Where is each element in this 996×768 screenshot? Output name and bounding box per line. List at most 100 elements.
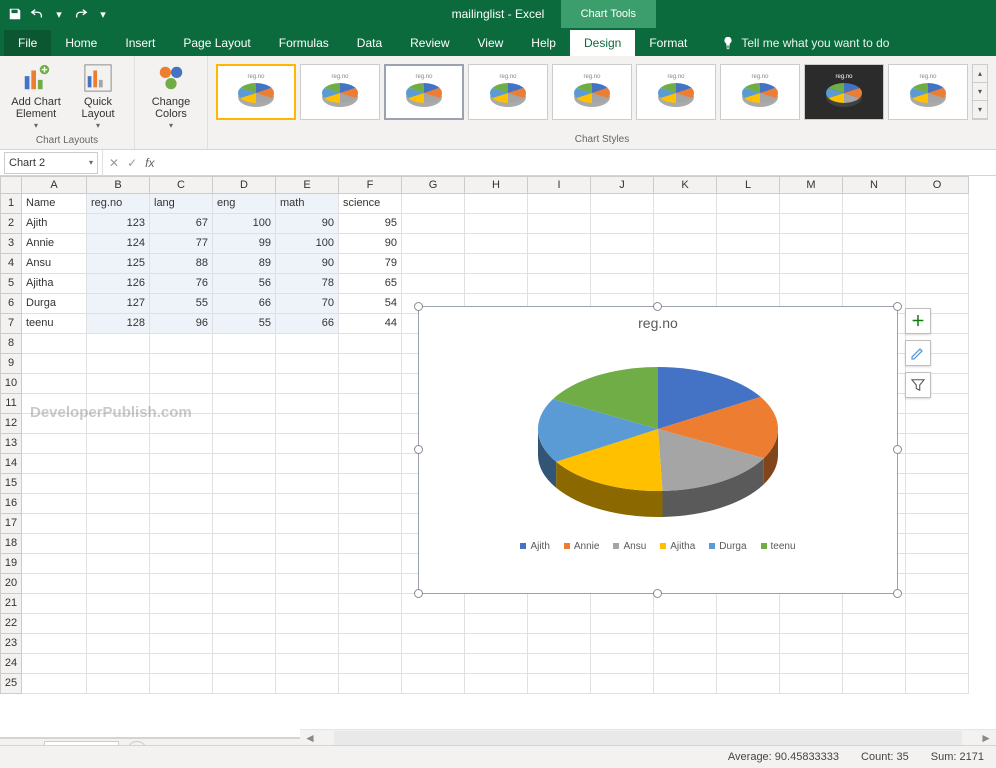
cell[interactable] — [276, 514, 339, 534]
cell[interactable] — [213, 354, 276, 374]
row-header[interactable]: 13 — [0, 434, 22, 454]
cell[interactable] — [276, 614, 339, 634]
chart-styles-button[interactable] — [905, 340, 931, 366]
cell[interactable]: 96 — [150, 314, 213, 334]
cell[interactable] — [339, 674, 402, 694]
cell[interactable] — [906, 194, 969, 214]
cell[interactable] — [213, 554, 276, 574]
cell[interactable] — [213, 434, 276, 454]
cell[interactable] — [843, 674, 906, 694]
cell[interactable]: 123 — [87, 214, 150, 234]
cell[interactable] — [465, 214, 528, 234]
resize-handle[interactable] — [414, 302, 423, 311]
cell[interactable] — [87, 554, 150, 574]
horizontal-scrollbar[interactable]: ◄► — [300, 729, 996, 745]
column-header[interactable]: G — [402, 176, 465, 194]
cell[interactable] — [150, 614, 213, 634]
cell[interactable] — [402, 214, 465, 234]
cell[interactable] — [528, 614, 591, 634]
cell[interactable] — [906, 414, 969, 434]
cell[interactable] — [87, 614, 150, 634]
cell[interactable] — [339, 454, 402, 474]
tab-page-layout[interactable]: Page Layout — [169, 30, 264, 56]
row-header[interactable]: 25 — [0, 674, 22, 694]
tab-data[interactable]: Data — [343, 30, 396, 56]
chart-style-thumb[interactable]: reg.no — [300, 64, 380, 120]
cell[interactable] — [906, 494, 969, 514]
tab-file[interactable]: File — [4, 30, 51, 56]
chart-legend[interactable]: AjithAnnieAnsuAjithaDurgateenu — [419, 541, 897, 552]
cell[interactable] — [276, 354, 339, 374]
cell[interactable] — [654, 614, 717, 634]
cell[interactable] — [717, 214, 780, 234]
cell[interactable] — [150, 554, 213, 574]
cell[interactable]: 70 — [276, 294, 339, 314]
select-all-corner[interactable] — [0, 176, 22, 194]
cell[interactable] — [339, 394, 402, 414]
tab-home[interactable]: Home — [51, 30, 111, 56]
cell[interactable] — [717, 674, 780, 694]
cell[interactable]: Durga — [22, 294, 87, 314]
cell[interactable]: 79 — [339, 254, 402, 274]
cell[interactable] — [780, 274, 843, 294]
name-box[interactable]: Chart 2 ▾ — [4, 152, 98, 174]
cell[interactable]: 99 — [213, 234, 276, 254]
tab-formulas[interactable]: Formulas — [265, 30, 343, 56]
cell[interactable] — [22, 514, 87, 534]
tab-view[interactable]: View — [464, 30, 518, 56]
cell[interactable] — [528, 654, 591, 674]
cell[interactable]: 44 — [339, 314, 402, 334]
row-header[interactable]: 21 — [0, 594, 22, 614]
cell[interactable] — [465, 594, 528, 614]
cell[interactable] — [213, 394, 276, 414]
cell[interactable] — [87, 414, 150, 434]
cell[interactable] — [150, 474, 213, 494]
cell[interactable] — [339, 534, 402, 554]
cell[interactable] — [843, 634, 906, 654]
cell[interactable] — [780, 634, 843, 654]
cell[interactable]: 67 — [150, 214, 213, 234]
row-header[interactable]: 16 — [0, 494, 22, 514]
cell[interactable]: 55 — [213, 314, 276, 334]
cell[interactable] — [339, 594, 402, 614]
cell[interactable] — [528, 594, 591, 614]
cell[interactable] — [780, 674, 843, 694]
cell[interactable] — [339, 354, 402, 374]
cell[interactable]: Ansu — [22, 254, 87, 274]
cell[interactable] — [87, 514, 150, 534]
cell[interactable] — [339, 374, 402, 394]
enter-formula-icon[interactable]: ✓ — [127, 156, 137, 170]
cell[interactable] — [276, 454, 339, 474]
cell[interactable] — [150, 374, 213, 394]
cell[interactable] — [717, 634, 780, 654]
chart-style-thumb[interactable]: reg.no — [804, 64, 884, 120]
cell[interactable]: 95 — [339, 214, 402, 234]
column-header[interactable]: L — [717, 176, 780, 194]
row-header[interactable]: 14 — [0, 454, 22, 474]
cell[interactable] — [528, 234, 591, 254]
cell[interactable] — [528, 674, 591, 694]
cell[interactable]: 89 — [213, 254, 276, 274]
cell[interactable] — [213, 414, 276, 434]
cell[interactable] — [213, 334, 276, 354]
undo-icon[interactable] — [28, 5, 46, 23]
cell[interactable] — [591, 614, 654, 634]
cell[interactable] — [402, 674, 465, 694]
column-header[interactable]: I — [528, 176, 591, 194]
column-header[interactable]: H — [465, 176, 528, 194]
cell[interactable] — [843, 614, 906, 634]
cell[interactable] — [843, 254, 906, 274]
column-header[interactable]: N — [843, 176, 906, 194]
cell[interactable] — [276, 534, 339, 554]
cell[interactable] — [22, 614, 87, 634]
cell[interactable] — [276, 574, 339, 594]
cell[interactable] — [465, 234, 528, 254]
cell[interactable] — [906, 574, 969, 594]
column-header[interactable]: C — [150, 176, 213, 194]
cell[interactable] — [591, 234, 654, 254]
cell[interactable] — [528, 194, 591, 214]
cell[interactable] — [402, 614, 465, 634]
cell[interactable]: 65 — [339, 274, 402, 294]
cell[interactable] — [402, 274, 465, 294]
cell[interactable] — [717, 614, 780, 634]
